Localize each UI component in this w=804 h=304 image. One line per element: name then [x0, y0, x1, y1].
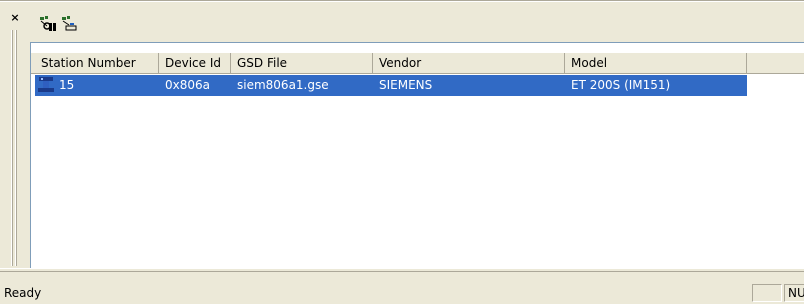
- cell-model: ET 200S (IM151): [571, 78, 671, 92]
- identify-device-icon: [62, 16, 77, 31]
- identify-device-button[interactable]: [58, 12, 80, 34]
- cell-gsd-file: siem806a1.gse: [237, 78, 329, 92]
- column-header-device-id[interactable]: Device Id: [159, 53, 231, 74]
- pane-splitter[interactable]: [0, 268, 804, 272]
- status-bar: Ready NU: [0, 280, 804, 304]
- table-row[interactable]: 15 0x806a siem806a1.gse SIEMENS ET 200S …: [35, 75, 747, 96]
- status-pane-indicator: [752, 284, 782, 302]
- column-header-station-number[interactable]: Station Number: [35, 53, 159, 74]
- pane-gripper-line: [15, 30, 17, 266]
- scan-network-button[interactable]: [36, 12, 58, 34]
- column-header-gsd-file[interactable]: GSD File: [231, 53, 373, 74]
- column-header-model[interactable]: Model: [565, 53, 747, 74]
- status-text: Ready: [4, 286, 42, 300]
- cell-station-number: 15: [59, 78, 75, 92]
- cell-vendor: SIEMENS: [379, 78, 433, 92]
- cell-device-id: 0x806a: [165, 78, 210, 92]
- scan-network-icon: [40, 16, 56, 31]
- station-list[interactable]: Station Number Device Id GSD File Vendor…: [30, 42, 804, 268]
- list-header: Station Number Device Id GSD File Vendor…: [31, 52, 804, 74]
- pane-close-button[interactable]: ×: [9, 12, 21, 24]
- column-header-vendor[interactable]: Vendor: [373, 53, 565, 74]
- top-separator: [0, 0, 804, 2]
- pane-gripper[interactable]: [11, 30, 13, 266]
- status-pane-num-lock: NU: [784, 284, 804, 302]
